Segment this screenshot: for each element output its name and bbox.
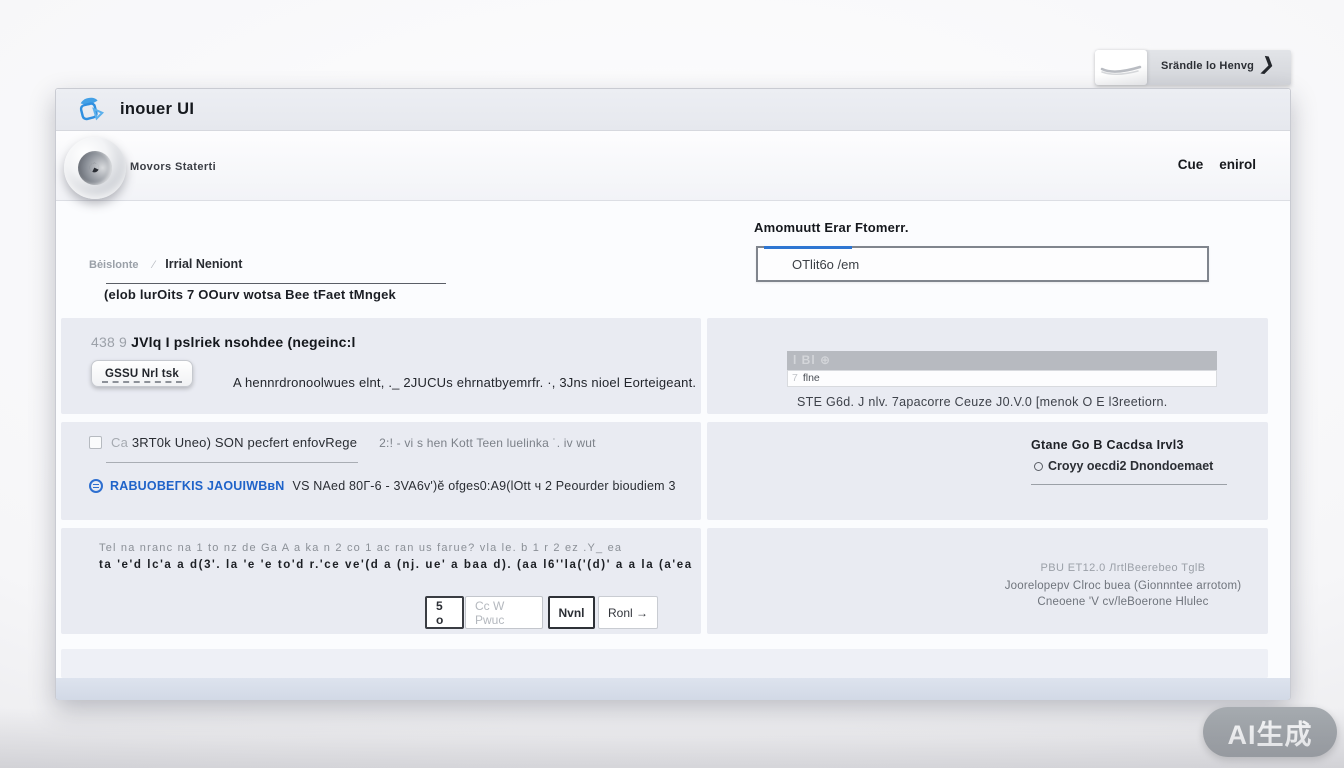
- section-panel-2-right: Gtane Go B Cacdsa Irvl3 Croyy oecdi2 Dno…: [707, 422, 1268, 520]
- chevron-right-icon[interactable]: ❯: [1257, 53, 1277, 76]
- text-input[interactable]: OTlit6o /em: [756, 246, 1209, 282]
- window-bottom-strip: [56, 678, 1290, 700]
- section-description: A hennrdronoolwues elnt, ._ 2JUCUs ehrna…: [233, 375, 696, 390]
- cue-link[interactable]: Cue: [1178, 157, 1204, 172]
- enirol-link[interactable]: enirol: [1219, 157, 1256, 172]
- option-heading: Gtane Go B Cacdsa Irvl3: [1031, 438, 1184, 452]
- info-link[interactable]: RABUOBEГKIS JAOUIWBвN: [110, 479, 285, 493]
- legal-line2: Joorelopepv Clroc buea (Gionnntee arroto…: [973, 580, 1273, 592]
- breadcrumb-current: Irrial Neniont: [165, 257, 242, 271]
- fine-print-line2: ta 'e'd lc'a a d(3'. la 'e 'e to'd r.'ce…: [99, 559, 693, 571]
- file-row-value: flne: [803, 372, 820, 384]
- legal-text-block: PBU ET12.0 ЛrtlBeerebeo TglB Joorelopepv…: [973, 562, 1273, 608]
- radio-label: Croyy oecdi2 Dnondoemaet: [1048, 459, 1213, 473]
- ai-watermark-badge: AI生成: [1203, 707, 1337, 757]
- disabled-button: Cc W Pwuc: [465, 596, 543, 629]
- device-label: Movors Staterti: [130, 161, 216, 173]
- file-row-icon: 7: [792, 372, 798, 384]
- window-title: inouer UI: [120, 100, 194, 119]
- file-row[interactable]: 7 flne: [787, 370, 1217, 387]
- checkbox-label: Ca 3RT0k Uneo) SON pecfert enfovRege: [111, 435, 357, 450]
- power-icon: ◔: [72, 145, 117, 190]
- checkbox-label-prefix: Ca: [111, 435, 132, 450]
- radio-icon[interactable]: [1034, 462, 1043, 471]
- fine-print-line1: Tel na nranc na 1 to nz de Ga A a ka n 2…: [99, 542, 622, 554]
- floating-toolbar: Srändle lo Henvg ❯: [1095, 50, 1291, 85]
- app-logo-icon: [76, 95, 106, 125]
- gssu-button-label: GSSU Nrl tsk: [105, 368, 179, 380]
- checkbox-row[interactable]: Ca 3RT0k Uneo) SON pecfert enfovRege 2:!…: [89, 435, 596, 450]
- page-subtitle: (elob lurOits 7 OOurv wotsa Bee tFaet tM…: [104, 287, 396, 302]
- footer-strip: [61, 649, 1268, 678]
- section-title-text: JVlq I pslriek nsohdee (negeinc:l: [127, 334, 356, 350]
- section-title: 438 9 JVlq I pslriek nsohdee (negeinc:l: [91, 334, 356, 350]
- dashed-underline: [102, 381, 182, 383]
- section-panel-1-right: l Bl ⊕ 7 flne STE G6d. J nlv. 7apacorre C…: [707, 318, 1268, 414]
- confirm-button[interactable]: Nvnl: [548, 596, 595, 629]
- toolbar-label: Srändle lo Henvg: [1161, 60, 1254, 72]
- version-caption: STE G6d. J nlv. 7apacorre Ceuze J0.V.0 […: [797, 395, 1168, 409]
- desktop-background: Srändle lo Henvg ❯ inouer UI ◔ Movors St…: [0, 0, 1344, 768]
- option-underline: [1031, 484, 1227, 485]
- button-row: 5 o Cc W Pwuc Nvnl Ronl →: [425, 596, 658, 629]
- breadcrumb-root[interactable]: Bėislonte: [89, 259, 139, 271]
- info-link-detail: VS NAed 80Г-6 - 3VA6v')ĕ ofges0:A9(lOtt …: [293, 479, 676, 493]
- breadcrumb-underline: [106, 283, 446, 284]
- section-title-prefix: 438 9: [91, 334, 127, 350]
- swoosh-icon: [1100, 59, 1142, 77]
- legal-line3: Cneoene 'V cv/leBoerone Hlulec: [973, 596, 1273, 608]
- app-window: inouer UI ◔ Movors Staterti Cue enirol B…: [55, 88, 1291, 700]
- input-accent-bar: [764, 246, 852, 249]
- back-button[interactable]: 5 o: [425, 596, 464, 629]
- next-button[interactable]: Ronl →: [598, 596, 658, 629]
- section-panel-3-left: Tel na nranc na 1 to nz de Ga A a ka n 2…: [61, 528, 701, 634]
- radio-row[interactable]: Croyy oecdi2 Dnondoemaet: [1034, 459, 1213, 473]
- section-panel-2-left: Ca 3RT0k Uneo) SON pecfert enfovRege 2:!…: [61, 422, 701, 520]
- section-panel-3-right: PBU ET12.0 ЛrtlBeerebeo TglB Joorelopepv…: [707, 528, 1268, 634]
- input-value: OTlit6o /em: [792, 257, 859, 272]
- input-label: Amomuutt Erar Ftomerr.: [754, 220, 909, 235]
- section-panel-1-left: 438 9 JVlq I pslriek nsohdee (negeinc:l …: [61, 318, 701, 414]
- checkbox-label-text: 3RT0k Uneo) SON pecfert enfovRege: [132, 435, 357, 450]
- breadcrumb: Bėislonte ⁄ Irrial Neniont: [89, 255, 242, 273]
- titlebar[interactable]: inouer UI: [56, 89, 1290, 131]
- legal-line1: PBU ET12.0 ЛrtlBeerebeo TglB: [973, 562, 1273, 574]
- info-icon: [89, 479, 103, 493]
- progress-bar: l Bl ⊕: [787, 351, 1217, 370]
- checkbox[interactable]: [89, 436, 102, 449]
- checkbox-underline: [106, 462, 358, 463]
- header-bar: ◔ Movors Staterti Cue enirol: [56, 131, 1290, 201]
- checkbox-hint: 2:! - vi s hen Kott Teen luelinka ˙. iv …: [379, 436, 595, 450]
- gssu-button[interactable]: GSSU Nrl tsk: [91, 360, 193, 387]
- power-button[interactable]: ◔: [64, 137, 126, 199]
- swoosh-button[interactable]: [1095, 50, 1147, 85]
- breadcrumb-separator: ⁄: [153, 259, 155, 271]
- info-link-row[interactable]: RABUOBEГKIS JAOUIWBвN VS NAed 80Г-6 - 3V…: [89, 479, 676, 493]
